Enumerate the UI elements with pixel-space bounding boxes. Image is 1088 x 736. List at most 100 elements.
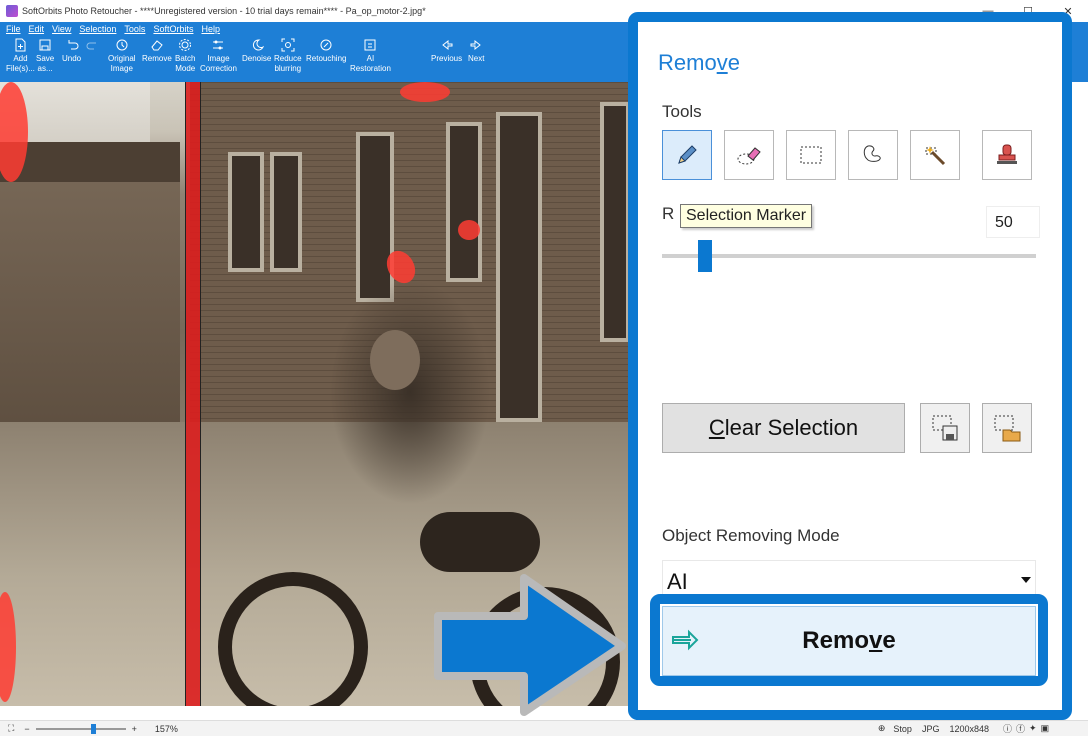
original-image-button[interactable]: Original Image <box>108 38 136 74</box>
remove-tool-label: Remove <box>142 54 172 63</box>
status-bar: ⛶ − + 157% ⊕ Stop JPG 1200x848 ⓘ ⓕ ✦ ▣ <box>0 720 1088 736</box>
app-window: SoftOrbits Photo Retoucher - ****Unregis… <box>0 0 1088 736</box>
undo-icon <box>65 38 79 52</box>
selection-marker-line <box>185 82 201 706</box>
menu-softorbits[interactable]: SoftOrbits <box>153 24 193 34</box>
panel-title-part: Remo <box>658 50 717 75</box>
callout-arrow-icon <box>434 574 626 716</box>
ai-icon <box>363 38 377 52</box>
format-badge: JPG <box>921 723 940 734</box>
ai-restoration-label: AI Restoration <box>350 54 391 73</box>
image-dimensions: 1200x848 <box>949 723 989 734</box>
reduce-blurring-label: Reduce blurring <box>274 54 302 73</box>
menu-view[interactable]: View <box>52 24 71 34</box>
youtube-icon[interactable]: ▣ <box>1041 723 1050 734</box>
lasso-tool[interactable] <box>848 130 898 180</box>
batch-mode-label: Batch Mode <box>175 54 196 73</box>
denoise-button[interactable]: Denoise <box>242 38 271 64</box>
menu-tools[interactable]: Tools <box>124 24 145 34</box>
save-as-button[interactable]: Save as... <box>36 38 54 74</box>
redo-button[interactable] <box>86 38 100 54</box>
radius-slider-thumb[interactable] <box>698 240 712 272</box>
remove-panel: Remove Tools R Selection Marker 50 Clear… <box>628 12 1072 720</box>
panel-title-accesskey: v <box>716 50 728 75</box>
next-button[interactable]: Next <box>468 38 484 64</box>
history-icon <box>115 38 129 52</box>
save-selection-icon <box>932 415 958 441</box>
radius-input[interactable]: 50 <box>986 206 1040 238</box>
retouching-button[interactable]: Retouching <box>306 38 346 64</box>
zoom-slider-thumb[interactable] <box>90 723 96 734</box>
selection-marker-stroke <box>458 220 480 240</box>
photo-motorcycle-tank <box>420 512 540 572</box>
rectangle-select-tool[interactable] <box>786 130 836 180</box>
clear-selection-label: lear Selection <box>724 415 859 440</box>
image-correction-label: Image Correction <box>200 54 237 73</box>
load-selection-button[interactable] <box>982 403 1032 453</box>
photo-window <box>600 102 630 342</box>
undo-label: Undo <box>62 54 82 63</box>
menu-file[interactable]: File <box>6 24 21 34</box>
window-title: SoftOrbits Photo Retoucher - ****Unregis… <box>22 6 426 16</box>
fit-to-screen-icon[interactable]: ⛶ <box>8 723 14 734</box>
zoom-slider[interactable] <box>35 723 126 734</box>
eraser-icon <box>737 147 761 165</box>
arrow-left-icon <box>440 38 454 52</box>
selection-marker-tool[interactable] <box>662 130 712 180</box>
eraser-icon <box>150 38 164 52</box>
zoom-percent: 157% <box>154 723 178 734</box>
rectangle-select-icon <box>800 146 822 164</box>
moon-icon <box>250 38 264 52</box>
zoom-out-button[interactable]: − <box>24 724 29 734</box>
app-logo-icon <box>6 5 18 17</box>
ai-restoration-button[interactable]: AI Restoration <box>350 38 391 74</box>
info-icon[interactable]: ⓘ <box>1003 722 1012 735</box>
denoise-label: Denoise <box>242 54 272 63</box>
add-file-icon <box>13 38 27 52</box>
batch-mode-button[interactable]: Batch Mode <box>175 38 195 74</box>
selection-marker-stroke <box>400 82 450 102</box>
magic-wand-tool[interactable] <box>910 130 960 180</box>
tools-label: Tools <box>662 102 702 121</box>
previous-button[interactable]: Previous <box>431 38 462 64</box>
eraser-tool[interactable] <box>724 130 774 180</box>
save-selection-button[interactable] <box>920 403 970 453</box>
facebook-icon[interactable]: ⓕ <box>1016 722 1025 735</box>
mode-label: Object Removing Mode <box>662 526 840 545</box>
photo-rider <box>300 242 530 542</box>
pencil-icon <box>678 145 697 164</box>
clear-selection-accesskey: C <box>708 415 725 440</box>
image-correction-button[interactable]: Image Correction <box>200 38 237 74</box>
stop-button[interactable]: Stop <box>893 724 912 734</box>
remove-button-label: Remo <box>802 627 869 654</box>
photo-window <box>270 152 302 272</box>
panel-title: Remove <box>658 50 740 76</box>
save-icon <box>38 38 52 52</box>
photo-window <box>228 152 264 272</box>
magic-wand-icon <box>925 146 946 166</box>
zoom-in-button[interactable]: + <box>132 724 137 734</box>
add-files-button[interactable]: Add File(s)... <box>6 38 35 74</box>
original-image-label: Original Image <box>108 54 136 73</box>
menu-help[interactable]: Help <box>201 24 220 34</box>
clear-selection-button[interactable]: Clear Selection <box>662 403 905 453</box>
previous-label: Previous <box>431 54 463 63</box>
retouching-label: Retouching <box>306 54 347 63</box>
remove-button-label: e <box>882 627 896 654</box>
undo-button[interactable]: Undo <box>62 38 81 64</box>
gear-icon <box>178 38 192 52</box>
sliders-icon <box>211 38 225 52</box>
clone-stamp-tool[interactable] <box>982 130 1032 180</box>
remove-button[interactable]: Remo v e <box>662 606 1036 676</box>
panel-title-part: e <box>727 50 740 75</box>
menu-selection[interactable]: Selection <box>79 24 116 34</box>
remove-tool-button[interactable]: Remove <box>142 38 172 64</box>
reduce-blurring-button[interactable]: Reduce blurring <box>274 38 302 74</box>
radius-slider[interactable] <box>662 254 1036 258</box>
menu-edit[interactable]: Edit <box>29 24 45 34</box>
photo-left-building <box>0 142 180 432</box>
focus-icon <box>281 38 295 52</box>
twitter-icon[interactable]: ✦ <box>1029 723 1037 734</box>
stop-icon: ⊕ <box>877 723 886 733</box>
radius-label: R <box>662 204 675 223</box>
